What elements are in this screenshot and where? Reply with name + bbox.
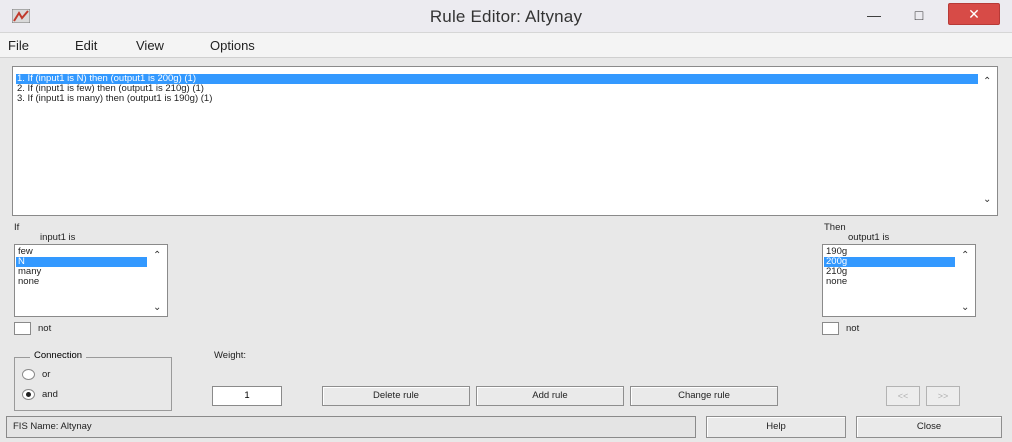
minimize-button[interactable]: — [860, 4, 888, 28]
connection-legend: Connection [30, 350, 87, 361]
menu-file[interactable]: File [8, 38, 29, 53]
close-icon: ✕ [968, 6, 980, 22]
output1-scroll-down-icon[interactable]: ⌄ [961, 303, 969, 313]
title-bar: Rule Editor: Altynay — □ ✕ [0, 0, 1012, 33]
input1-not-checkbox[interactable] [14, 322, 31, 335]
rules-scrollbar[interactable]: ⌃ ⌄ [979, 67, 997, 215]
close-window-button[interactable]: ✕ [948, 3, 1000, 25]
radio-selected-dot [26, 392, 31, 397]
connection-or-radio[interactable] [22, 369, 35, 380]
rules-list[interactable]: 1. If (input1 is N) then (output1 is 200… [12, 66, 998, 216]
connection-and-radio[interactable] [22, 389, 35, 400]
next-rule-button[interactable]: >> [926, 386, 960, 406]
output1-not-checkbox[interactable] [822, 322, 839, 335]
connection-and-label: and [42, 389, 58, 400]
connection-or-label: or [42, 369, 51, 380]
close-button[interactable]: Close [856, 416, 1002, 438]
input1-scroll-down-icon[interactable]: ⌄ [153, 303, 161, 313]
weight-label: Weight: [214, 350, 247, 361]
delete-rule-button[interactable]: Delete rule [322, 386, 470, 406]
menu-view[interactable]: View [136, 38, 164, 53]
rule-item-3[interactable]: 3. If (input1 is many) then (output1 is … [17, 94, 212, 104]
menu-bar: File Edit View Options [0, 33, 1012, 58]
add-rule-button[interactable]: Add rule [476, 386, 624, 406]
maximize-button[interactable]: □ [905, 4, 933, 28]
output1-option[interactable]: none [826, 277, 847, 287]
weight-input[interactable]: 1 [212, 386, 282, 406]
minimize-icon: — [867, 7, 881, 23]
then-label: Then [824, 222, 846, 233]
output1-scroll-up-icon[interactable]: ⌃ [961, 251, 969, 261]
status-row: FIS Name: Altynay Help Close [0, 414, 1012, 442]
input1-not-label: not [38, 323, 52, 334]
if-label: If [14, 222, 20, 233]
change-rule-button[interactable]: Change rule [630, 386, 778, 406]
previous-rule-button[interactable]: << [886, 386, 920, 406]
scroll-up-icon[interactable]: ⌃ [983, 77, 991, 87]
input1-scroll-up-icon[interactable]: ⌃ [153, 251, 161, 261]
scroll-down-icon[interactable]: ⌄ [983, 195, 991, 205]
output1-label: output1 is [848, 232, 890, 243]
help-button[interactable]: Help [706, 416, 846, 438]
output1-not-label: not [846, 323, 860, 334]
menu-options[interactable]: Options [210, 38, 255, 53]
menu-edit[interactable]: Edit [75, 38, 97, 53]
input1-label: input1 is [40, 232, 76, 243]
output1-listbox[interactable]: 190g 200g 210g none ⌃ ⌄ [822, 244, 976, 317]
input1-listbox[interactable]: few N many none ⌃ ⌄ [14, 244, 168, 317]
fis-name-status: FIS Name: Altynay [6, 416, 696, 438]
connection-group [14, 357, 172, 411]
maximize-icon: □ [914, 7, 924, 23]
input1-option[interactable]: none [18, 277, 39, 287]
